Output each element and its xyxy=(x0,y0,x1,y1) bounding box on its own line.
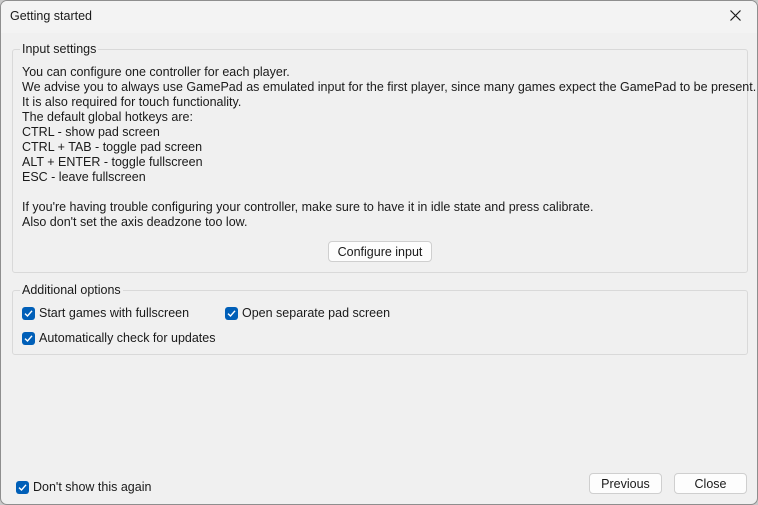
check-updates-checkbox[interactable] xyxy=(22,331,35,345)
additional-options-title: Additional options xyxy=(20,283,123,297)
info-line: You can configure one controller for eac… xyxy=(22,65,290,79)
checkmark-icon xyxy=(24,334,33,342)
configure-input-button[interactable]: Configure input xyxy=(328,241,432,262)
close-button[interactable]: Close xyxy=(674,473,747,494)
dont-show-again-option[interactable]: Don't show this again xyxy=(16,480,151,494)
hotkey-line: CTRL + TAB - toggle pad screen xyxy=(22,140,203,154)
info-line: If you're having trouble configuring you… xyxy=(22,200,594,214)
check-updates-option[interactable]: Automatically check for updates xyxy=(22,331,215,345)
close-icon xyxy=(729,10,741,24)
additional-options-group: Additional options Start games with full… xyxy=(12,283,748,355)
start-fullscreen-checkbox[interactable] xyxy=(22,306,35,320)
checkmark-icon xyxy=(18,483,27,491)
hotkey-line: ALT + ENTER - toggle fullscreen xyxy=(22,155,203,169)
info-line: The default global hotkeys are: xyxy=(22,110,193,124)
start-fullscreen-option[interactable]: Start games with fullscreen xyxy=(22,306,189,320)
info-line: We advise you to always use GamePad as e… xyxy=(22,80,757,94)
info-line: It is also required for touch functional… xyxy=(22,95,242,109)
dont-show-again-label: Don't show this again xyxy=(33,480,152,494)
checkmark-icon xyxy=(24,309,33,317)
separate-pad-screen-checkbox[interactable] xyxy=(225,306,238,320)
info-line: Also don't set the axis deadzone too low… xyxy=(22,215,248,229)
separate-pad-screen-option[interactable]: Open separate pad screen xyxy=(225,306,390,320)
checkmark-icon xyxy=(227,309,236,317)
dont-show-again-checkbox[interactable] xyxy=(16,480,29,494)
window-close-button[interactable] xyxy=(713,1,757,33)
hotkey-line: ESC - leave fullscreen xyxy=(22,170,146,184)
separate-pad-screen-label: Open separate pad screen xyxy=(242,306,391,320)
hotkey-line: CTRL - show pad screen xyxy=(22,125,160,139)
getting-started-dialog: Getting started Input settings You can c… xyxy=(0,0,758,505)
title-bar: Getting started xyxy=(1,1,757,33)
input-settings-title: Input settings xyxy=(20,42,99,56)
previous-button[interactable]: Previous xyxy=(589,473,662,494)
start-fullscreen-label: Start games with fullscreen xyxy=(39,306,190,320)
window-title: Getting started xyxy=(10,9,92,23)
input-settings-group: Input settings You can configure one con… xyxy=(12,42,756,273)
check-updates-label: Automatically check for updates xyxy=(39,331,216,345)
